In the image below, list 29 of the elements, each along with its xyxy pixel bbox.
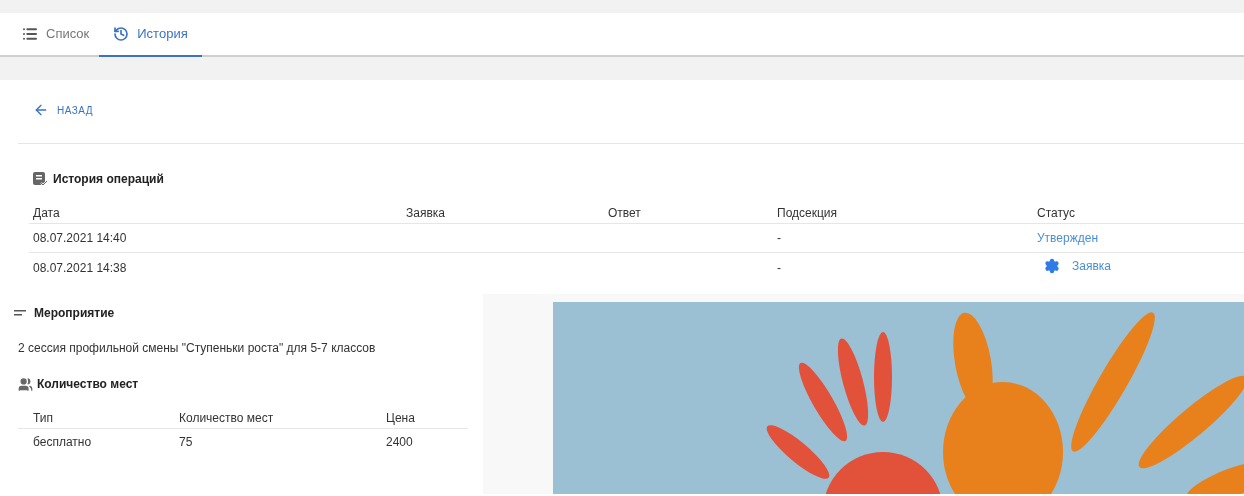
- table-cell: 75: [179, 435, 193, 449]
- column-header: Тип: [33, 410, 53, 425]
- column-header: Заявка: [406, 205, 445, 220]
- status-link[interactable]: Утвержден: [1037, 231, 1099, 245]
- back-link[interactable]: НАЗАД: [33, 102, 94, 118]
- settings-icon[interactable]: [1044, 257, 1060, 274]
- section-title: История операций: [53, 171, 164, 188]
- list-icon: [22, 26, 38, 42]
- tab[interactable]: Список: [12, 13, 100, 55]
- history-icon: [113, 26, 130, 42]
- table-cell: 08.07.2021 14:40: [33, 231, 127, 245]
- column-header: Цена: [386, 410, 415, 425]
- table-cell: -: [777, 260, 781, 275]
- section-title: Мероприятие: [34, 305, 115, 322]
- column-header: Статус: [1037, 205, 1075, 220]
- table-cell: -: [777, 231, 781, 245]
- column-header: Ответ: [608, 205, 641, 220]
- column-header: Количество мест: [179, 410, 274, 425]
- table-cell: бесплатно: [33, 435, 92, 449]
- event-description: 2 сессия профильной смены "Ступеньки роста" для 5-7 классов: [17, 340, 377, 357]
- section-title: Количество мест: [37, 376, 139, 393]
- table-cell: 2400: [386, 435, 413, 449]
- column-header: Дата: [33, 205, 60, 220]
- document-check-icon: [33, 172, 47, 186]
- table-cell: 08.07.2021 14:38: [33, 260, 127, 275]
- lines-icon: [14, 310, 26, 316]
- request-link[interactable]: Заявка: [1072, 256, 1111, 275]
- column-header: Подсекция: [777, 205, 838, 220]
- people-icon: [18, 376, 33, 392]
